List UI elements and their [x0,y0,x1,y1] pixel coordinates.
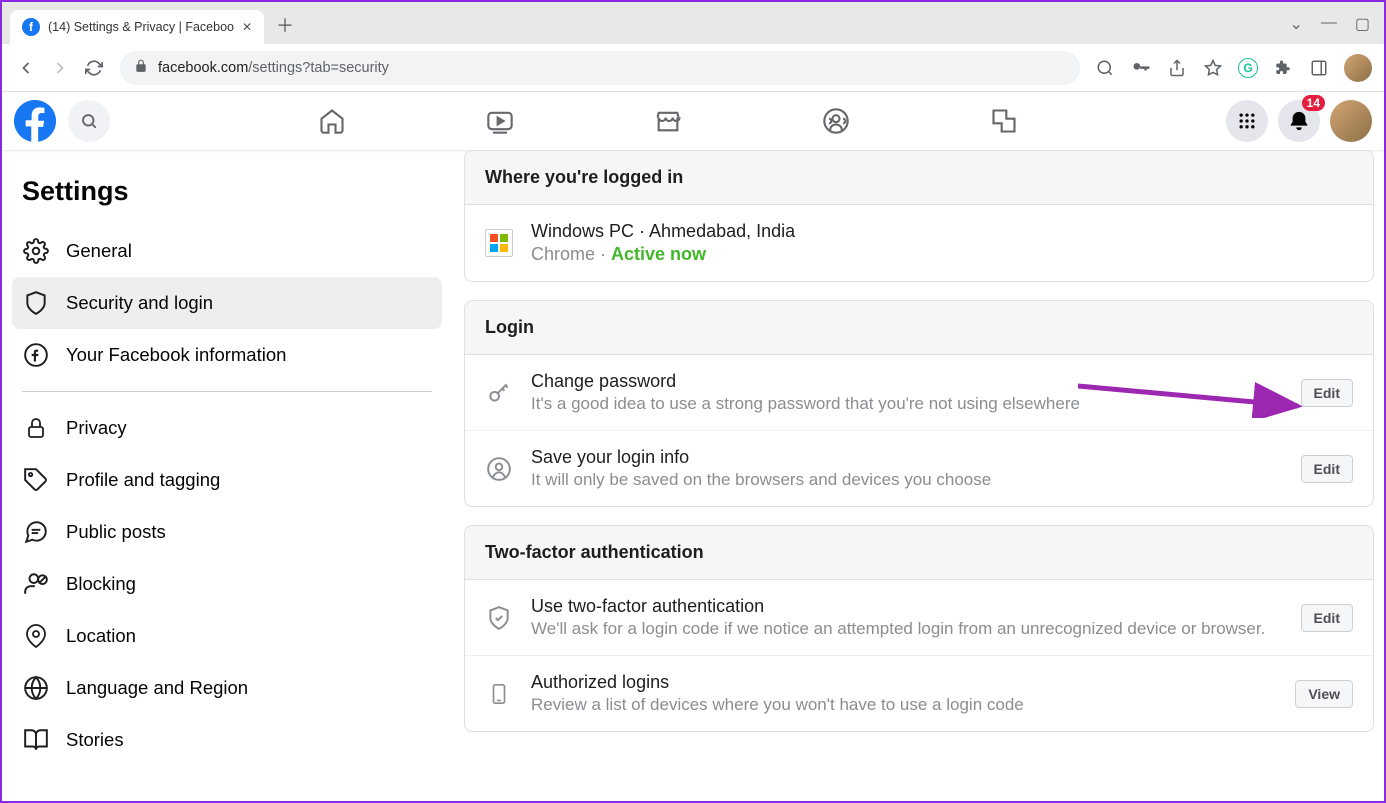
book-icon [22,726,50,754]
fb-header: 14 [2,92,1384,150]
key-icon [485,379,513,407]
card-header-logged-in: Where you're logged in [465,151,1373,205]
divider [22,391,432,392]
edit-save-login-button[interactable]: Edit [1301,455,1353,483]
globe-icon [22,674,50,702]
facebook-circle-icon [22,341,50,369]
settings-sidebar: Settings General Security and login Your… [2,150,452,801]
sidebar-title: Settings [12,170,442,225]
maximize-icon[interactable]: ▢ [1355,14,1370,34]
share-icon[interactable] [1166,57,1188,79]
logged-in-row[interactable]: Windows PC · Ahmedabad, India Chrome · A… [465,205,1373,281]
card-logged-in: Where you're logged in Windows PC · Ahme… [464,150,1374,282]
lock-icon [134,59,148,76]
fb-notifications-button[interactable]: 14 [1278,100,1320,142]
back-button[interactable] [14,56,38,80]
edit-password-button[interactable]: Edit [1301,379,1353,407]
close-tab-icon[interactable]: ✕ [242,20,252,34]
fb-menu-button[interactable] [1226,100,1268,142]
tab-bar: f (14) Settings & Privacy | Faceboo ✕ ＋ … [2,2,1384,44]
extensions-icon[interactable] [1272,57,1294,79]
row-change-password: Change password It's a good idea to use … [465,355,1373,431]
device-location: Windows PC · Ahmedabad, India [531,221,1353,242]
tag-icon [22,466,50,494]
fb-tab-gaming[interactable] [950,93,1058,149]
phone-icon [485,680,513,708]
sidebar-item-info[interactable]: Your Facebook information [12,329,442,381]
fb-tab-marketplace[interactable] [614,93,722,149]
sidebar-item-location[interactable]: Location [12,610,442,662]
view-authorized-button[interactable]: View [1295,680,1353,708]
fb-tab-home[interactable] [278,93,386,149]
tab-title: (14) Settings & Privacy | Faceboo [48,20,234,34]
fb-profile-avatar[interactable] [1330,100,1372,142]
card-tfa: Two-factor authentication Use two-factor… [464,525,1374,732]
sidebar-item-privacy[interactable]: Privacy [12,402,442,454]
row-use-tfa: Use two-factor authentication We'll ask … [465,580,1373,656]
location-icon [22,622,50,650]
row-save-login: Save your login info It will only be sav… [465,431,1373,506]
grammarly-icon[interactable]: G [1238,58,1258,78]
gear-icon [22,237,50,265]
sidebar-item-security[interactable]: Security and login [12,277,442,329]
fb-tab-groups[interactable] [782,93,890,149]
sidebar-item-language[interactable]: Language and Region [12,662,442,714]
fb-search-button[interactable] [68,100,110,142]
user-icon [485,455,513,483]
address-bar[interactable]: facebook.com/settings?tab=security [120,51,1080,85]
star-icon[interactable] [1202,57,1224,79]
block-icon [22,570,50,598]
chrome-profile-avatar[interactable] [1344,54,1372,82]
shield-icon [22,289,50,317]
fb-tab-watch[interactable] [446,93,554,149]
sidebar-item-public-posts[interactable]: Public posts [12,506,442,558]
lock-icon [22,414,50,442]
sidebar-item-profile-tagging[interactable]: Profile and tagging [12,454,442,506]
row-authorized: Authorized logins Review a list of devic… [465,656,1373,731]
sidebar-item-stories[interactable]: Stories [12,714,442,766]
minimize-icon[interactable]: — [1321,14,1337,34]
chevron-down-icon[interactable]: ⌄ [1289,14,1302,34]
browser-tab[interactable]: f (14) Settings & Privacy | Faceboo ✕ [10,10,264,44]
browser-toolbar: facebook.com/settings?tab=security G [2,44,1384,92]
forward-button[interactable] [48,56,72,80]
comment-icon [22,518,50,546]
shield-check-icon [485,604,513,632]
card-login: Login Change password It's a good idea t… [464,300,1374,507]
reload-button[interactable] [82,56,106,80]
new-tab-button[interactable]: ＋ [276,12,294,38]
facebook-favicon: f [22,18,40,36]
card-header-login: Login [465,301,1373,355]
notification-badge: 14 [1302,95,1325,111]
url-text: facebook.com/settings?tab=security [158,60,389,76]
key-icon[interactable] [1130,57,1152,79]
sidebar-item-blocking[interactable]: Blocking [12,558,442,610]
fb-logo[interactable] [14,100,56,142]
sidebar-item-general[interactable]: General [12,225,442,277]
search-icon[interactable] [1094,57,1116,79]
side-panel-icon[interactable] [1308,57,1330,79]
edit-tfa-button[interactable]: Edit [1301,604,1353,632]
main-content: Where you're logged in Windows PC · Ahme… [452,150,1384,801]
card-header-tfa: Two-factor authentication [465,526,1373,580]
windows-icon [485,229,513,257]
